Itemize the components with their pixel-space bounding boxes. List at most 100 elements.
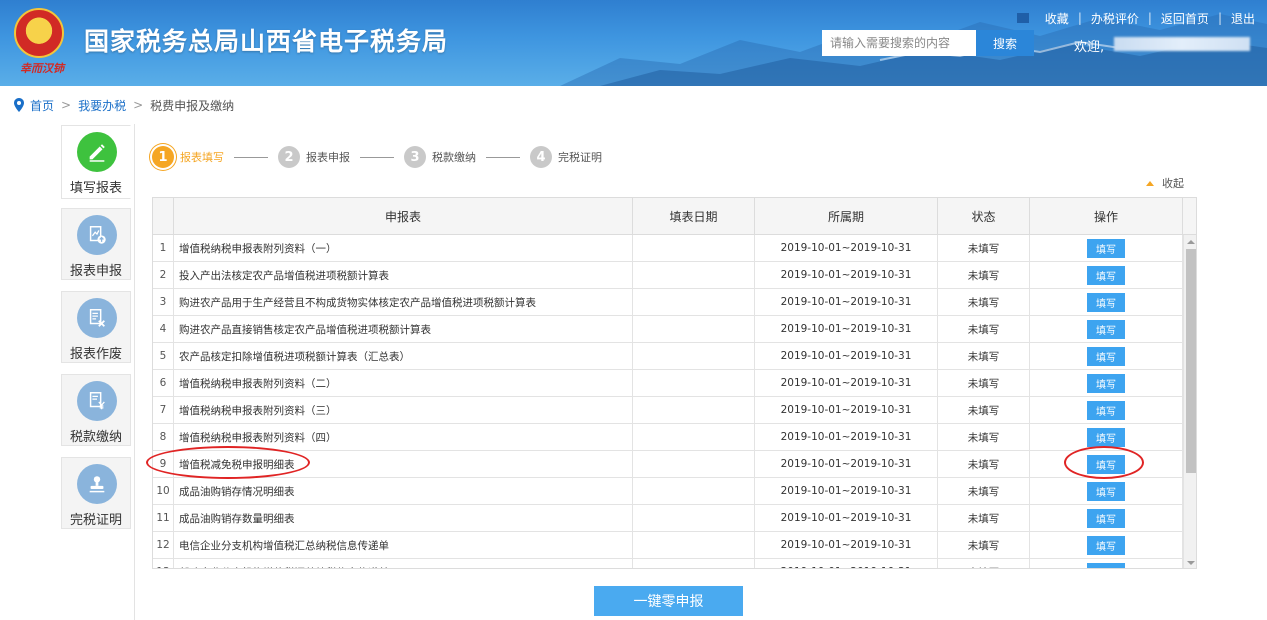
site-header: ★ 幸而汉铈 国家税务总局山西省电子税务局 搜索 收藏 | 办税评价 | 返回首… [0, 0, 1267, 86]
row-index: 6 [153, 370, 174, 396]
col-period: 所属期 [755, 198, 938, 235]
triangle-up-icon [1146, 180, 1154, 186]
row-index: 3 [153, 289, 174, 315]
national-emblem-icon: ★ [14, 8, 64, 58]
fill-date [633, 397, 755, 423]
nav-tax-certificate[interactable]: 完税证明 [61, 457, 131, 529]
nav-void-report[interactable]: 报表作废 [61, 291, 131, 363]
status: 未填写 [938, 316, 1030, 342]
fill-date [633, 343, 755, 369]
site-title: 国家税务总局山西省电子税务局 [84, 27, 449, 56]
period: 2019-10-01~2019-10-31 [755, 559, 938, 568]
step-fill-report: 1 报表填写 [152, 146, 224, 168]
fill-button[interactable]: 填写 [1087, 292, 1125, 312]
nav-fill-report[interactable]: 填写报表 [61, 125, 131, 199]
fill-date [633, 424, 755, 450]
logout-link[interactable]: 退出 [1231, 10, 1255, 27]
status: 未填写 [938, 289, 1030, 315]
fill-button[interactable]: 填写 [1087, 481, 1125, 501]
top-links: 收藏 | 办税评价 | 返回首页 | 退出 [1016, 10, 1255, 27]
scroll-thumb[interactable] [1186, 249, 1196, 473]
period: 2019-10-01~2019-10-31 [755, 532, 938, 558]
fill-button[interactable]: 填写 [1087, 562, 1125, 568]
progress-steps: 1 报表填写 2 报表申报 3 税款缴纳 4 完税证明 [152, 145, 602, 169]
fill-button[interactable]: 填写 [1087, 535, 1125, 555]
period: 2019-10-01~2019-10-31 [755, 289, 938, 315]
period: 2019-10-01~2019-10-31 [755, 370, 938, 396]
report-name: 农产品核定扣除增值税进项税额计算表（汇总表） [174, 343, 633, 369]
breadcrumb-tax-handling[interactable]: 我要办税 [78, 97, 126, 114]
scroll-down-icon[interactable] [1187, 561, 1195, 565]
report-name: 购进农产品直接销售核定农产品增值税进项税额计算表 [174, 316, 633, 342]
row-index: 11 [153, 505, 174, 531]
table-row: 5 农产品核定扣除增值税进项税额计算表（汇总表） 2019-10-01~2019-1… [153, 343, 1183, 370]
nav-tax-payment[interactable]: 税款缴纳 [61, 374, 131, 446]
upload-report-icon [77, 215, 117, 255]
action-cell: 填写 [1030, 370, 1183, 396]
fill-button[interactable]: 填写 [1087, 400, 1125, 420]
yuan-document-icon [77, 381, 117, 421]
fill-button[interactable]: 填写 [1087, 454, 1125, 474]
nav-submit-report[interactable]: 报表申报 [61, 208, 131, 280]
report-name: 增值税纳税申报表附列资料（三） [174, 397, 633, 423]
period: 2019-10-01~2019-10-31 [755, 505, 938, 531]
fill-button[interactable]: 填写 [1087, 427, 1125, 447]
fill-button[interactable]: 填写 [1087, 238, 1125, 258]
row-index: 4 [153, 316, 174, 342]
welcome-text: 欢迎, [1074, 40, 1105, 55]
action-cell: 填写 [1030, 289, 1183, 315]
table-header: 申报表 填表日期 所属期 状态 操作 [153, 198, 1196, 235]
favorite-link[interactable]: 收藏 [1045, 10, 1069, 27]
period: 2019-10-01~2019-10-31 [755, 478, 938, 504]
fill-date [633, 532, 755, 558]
table-row: 6 增值税纳税申报表附列资料（二） 2019-10-01~2019-10-31 未填写… [153, 370, 1183, 397]
report-name: 投入产出法核定农产品增值税进项税额计算表 [174, 262, 633, 288]
step-submit-report: 2 报表申报 [278, 146, 350, 168]
back-home-link[interactable]: 返回首页 [1161, 10, 1209, 27]
period: 2019-10-01~2019-10-31 [755, 424, 938, 450]
report-name: 成品油购销存数量明细表 [174, 505, 633, 531]
row-index: 12 [153, 532, 174, 558]
search-button[interactable]: 搜索 [976, 30, 1034, 56]
fill-button[interactable]: 填写 [1087, 265, 1125, 285]
action-cell: 填写 [1030, 424, 1183, 450]
col-fill-date: 填表日期 [633, 198, 755, 235]
report-name: 购进农产品用于生产经营且不构成货物实体核定农产品增值税进项税额计算表 [174, 289, 633, 315]
void-report-icon [77, 298, 117, 338]
fill-date [633, 370, 755, 396]
breadcrumb-home[interactable]: 首页 [30, 97, 54, 114]
fill-button[interactable]: 填写 [1087, 508, 1125, 528]
table-row: 12 电信企业分支机构增值税汇总纳税信息传递单 2019-10-01~2019-10… [153, 532, 1183, 559]
status: 未填写 [938, 262, 1030, 288]
top-link-marker [1016, 13, 1029, 23]
search-input[interactable] [822, 30, 976, 56]
period: 2019-10-01~2019-10-31 [755, 451, 938, 477]
zero-declaration-button[interactable]: 一键零申报 [594, 586, 743, 616]
scroll-up-icon[interactable] [1187, 240, 1195, 244]
stamp-icon [77, 464, 117, 504]
status: 未填写 [938, 235, 1030, 261]
action-cell: 填写 [1030, 343, 1183, 369]
col-action: 操作 [1030, 198, 1183, 235]
fill-date [633, 235, 755, 261]
table-row: 2 投入产出法核定农产品增值税进项税额计算表 2019-10-01~2019-10-… [153, 262, 1183, 289]
step-tax-payment: 3 税款缴纳 [404, 146, 476, 168]
row-index: 5 [153, 343, 174, 369]
status: 未填写 [938, 532, 1030, 558]
status: 未填写 [938, 343, 1030, 369]
action-cell: 填写 [1030, 505, 1183, 531]
fill-date [633, 316, 755, 342]
action-cell: 填写 [1030, 235, 1183, 261]
collapse-toggle[interactable]: 收起 [1146, 175, 1184, 191]
row-index: 9 [153, 451, 174, 477]
status: 未填写 [938, 559, 1030, 568]
redacted-username [1114, 37, 1250, 51]
status: 未填写 [938, 370, 1030, 396]
tax-evaluation-link[interactable]: 办税评价 [1091, 10, 1139, 27]
action-cell: 填写 [1030, 316, 1183, 342]
fill-button[interactable]: 填写 [1087, 373, 1125, 393]
fill-button[interactable]: 填写 [1087, 319, 1125, 339]
fill-button[interactable]: 填写 [1087, 346, 1125, 366]
period: 2019-10-01~2019-10-31 [755, 262, 938, 288]
table-scrollbar[interactable] [1183, 235, 1196, 568]
